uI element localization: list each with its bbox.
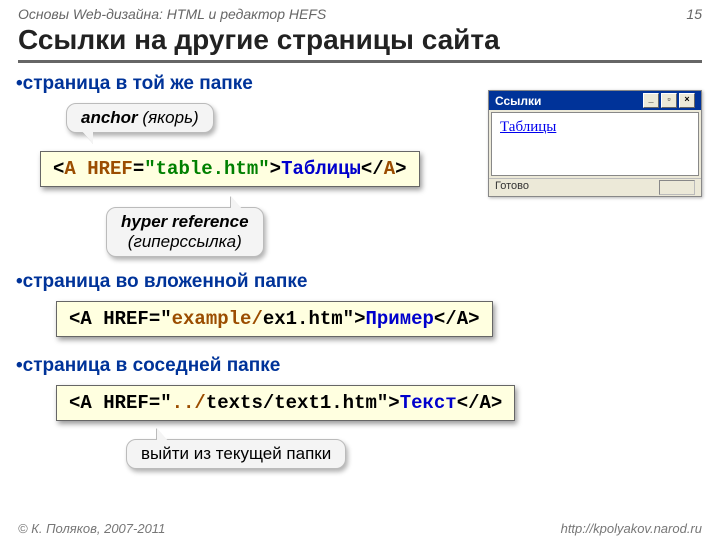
max-icon: ▫ (661, 93, 677, 108)
code-box-2: <A HREF="example/ex1.htm">Пример</A> (56, 301, 493, 337)
callout-anchor: anchor (якорь) (66, 103, 214, 133)
header-bar: Основы Web-дизайна: HTML и редактор HEFS… (0, 0, 720, 22)
heading-3: •страница в соседней папке (16, 355, 720, 377)
section-nested-folder: •страница во вложенной папке <A HREF="ex… (16, 271, 720, 337)
code-box-1: <A HREF="table.htm">Таблицы</A> (40, 151, 420, 187)
heading-2: •страница во вложенной папке (16, 271, 720, 293)
page-title: Ссылки на другие страницы сайта (18, 24, 702, 63)
code-box-3: <A HREF="../texts/text1.htm">Текст</A> (56, 385, 515, 421)
callout-go-up: выйти из текущей папки (126, 439, 346, 469)
header-left: Основы Web-дизайна: HTML и редактор HEFS (18, 6, 326, 22)
browser-window: Ссылки _ ▫ × Таблицы Готово (488, 90, 702, 197)
footer-url: http://kpolyakov.narod.ru (561, 521, 702, 536)
page-number: 15 (686, 6, 702, 22)
close-icon: × (679, 93, 695, 108)
copyright: © К. Поляков, 2007-2011 (18, 521, 165, 536)
browser-link[interactable]: Таблицы (500, 119, 556, 135)
min-icon: _ (643, 93, 659, 108)
browser-titlebar: Ссылки _ ▫ × (489, 91, 701, 110)
browser-content: Таблицы (491, 112, 699, 176)
footer: © К. Поляков, 2007-2011 http://kpolyakov… (0, 521, 720, 536)
section-sibling-folder: •страница в соседней папке <A HREF="../t… (16, 355, 720, 469)
callout-hyper-reference: hyper reference (гиперссылка) (106, 207, 264, 257)
browser-status: Готово (489, 178, 701, 196)
